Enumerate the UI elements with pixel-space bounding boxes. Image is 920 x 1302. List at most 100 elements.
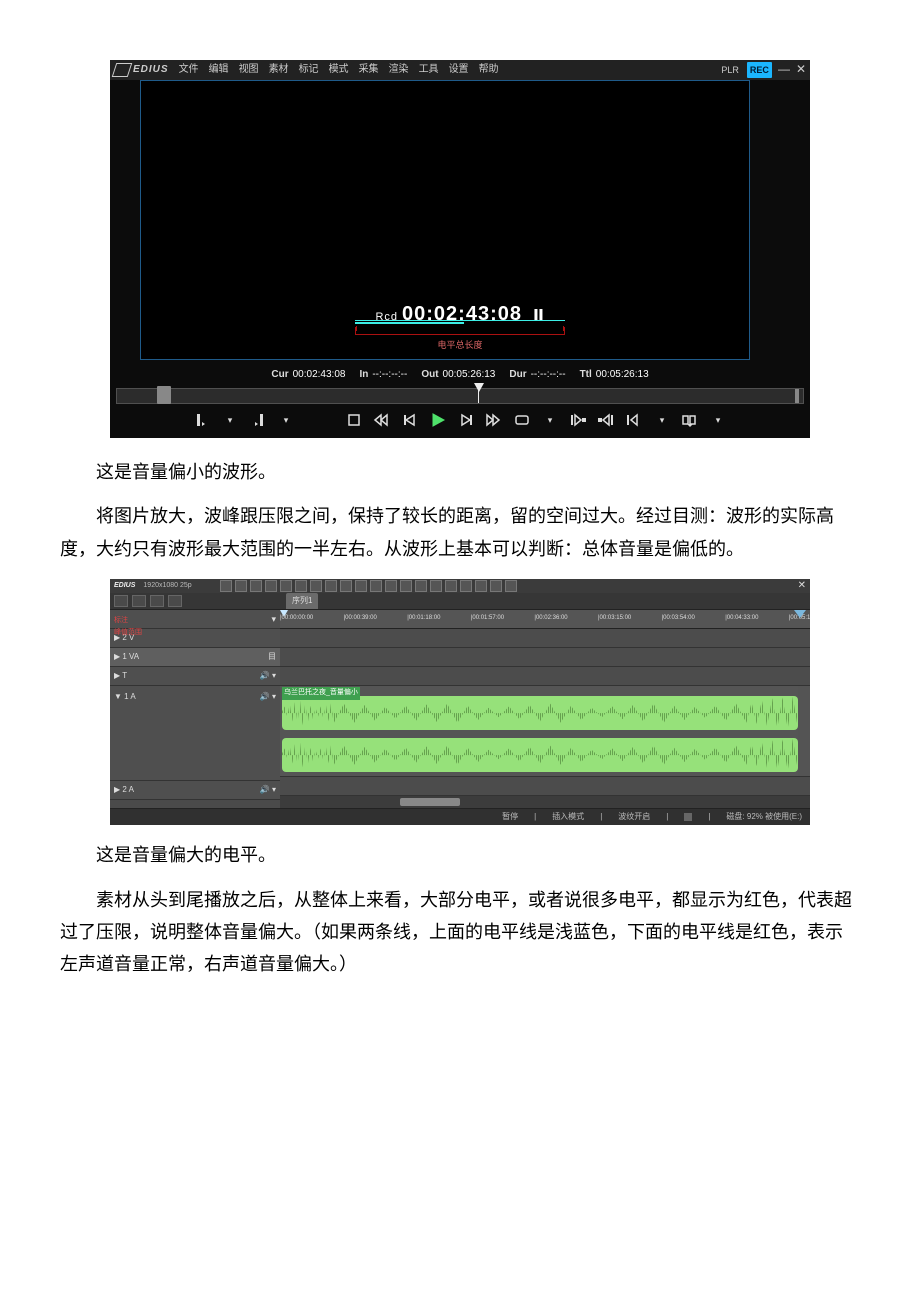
play-button[interactable] — [429, 412, 447, 428]
toolbar-icon[interactable] — [475, 580, 487, 592]
audio-clip[interactable]: 乌兰巴托之夜_音量偏小 — [280, 686, 798, 776]
overwrite-dropdown[interactable]: ▾ — [709, 412, 727, 428]
track-header[interactable]: ▶ T🔊 ▾ — [110, 667, 280, 686]
track-header-panel: ▾ ▶ 2 V ▶ 1 VA目 ▶ T🔊 ▾ ▼ 1 A 🔊 ▾ 标注 峰值范围… — [110, 610, 280, 808]
menu-capture[interactable]: 采集 — [359, 61, 379, 79]
timeline-close-button[interactable]: ✕ — [798, 577, 806, 595]
timecode-info-row: Cur00:02:43:08 In--:--:--:-- Out00:05:26… — [110, 362, 810, 388]
sequence-tab[interactable]: 序列1 — [286, 593, 318, 609]
out-flag-icon[interactable] — [794, 610, 806, 618]
close-button[interactable]: ✕ — [796, 59, 806, 81]
red-annotation: 峰值范围 — [114, 627, 142, 640]
toolbar-icon[interactable] — [400, 580, 412, 592]
insert-dropdown[interactable]: ▾ — [653, 412, 671, 428]
fast-forward-button[interactable] — [485, 412, 503, 428]
toolbar-icon[interactable] — [490, 580, 502, 592]
set-in-button[interactable] — [193, 412, 211, 428]
toolbar-icon[interactable] — [220, 580, 232, 592]
tool-icon[interactable] — [132, 595, 146, 607]
insert-to-timeline-button[interactable] — [625, 412, 643, 428]
menu-view[interactable]: 视图 — [239, 61, 259, 79]
track-row-t[interactable] — [280, 667, 810, 686]
scroll-thumb[interactable] — [400, 798, 460, 806]
menu-marker[interactable]: 标记 — [299, 61, 319, 79]
track-row-2v[interactable] — [280, 629, 810, 648]
time-ruler[interactable]: |00:00:00:00 |00:00:39:00 |00:01:18:00 |… — [280, 610, 810, 629]
status-disk: 磁盘: 92% 被使用(E:) — [726, 810, 802, 824]
dropdown-icon[interactable]: ▾ — [271, 611, 276, 627]
in-marker-icon[interactable] — [157, 386, 171, 404]
tool-icon[interactable] — [168, 595, 182, 607]
menu-help[interactable]: 帮助 — [479, 61, 499, 79]
toolbar-icon[interactable] — [295, 580, 307, 592]
track-row-1a[interactable]: 乌兰巴托之夜_音量偏小 — [280, 686, 810, 777]
loop-dropdown[interactable]: ▾ — [541, 412, 559, 428]
toolbar-icon[interactable] — [445, 580, 457, 592]
toolbar-icon[interactable] — [355, 580, 367, 592]
toolbar-icon[interactable] — [310, 580, 322, 592]
next-frame-button[interactable] — [457, 412, 475, 428]
track-row-1va[interactable] — [280, 648, 810, 667]
horizontal-scrollbar[interactable] — [280, 796, 810, 808]
track-header-audio[interactable]: ▼ 1 A 🔊 ▾ 标注 峰值范围 — [110, 686, 280, 781]
toolbar-icon[interactable] — [265, 580, 277, 592]
toolbar-icon[interactable] — [235, 580, 247, 592]
status-pause: 暂停 — [502, 810, 518, 824]
menu-mode[interactable]: 模式 — [329, 61, 349, 79]
rewind-button[interactable] — [373, 412, 391, 428]
cur-value: 00:02:43:08 — [293, 369, 346, 380]
overwrite-button[interactable] — [681, 412, 699, 428]
menu-settings[interactable]: 设置 — [449, 61, 469, 79]
toolbar-icon[interactable] — [340, 580, 352, 592]
playhead-icon[interactable] — [474, 383, 484, 392]
menu-tools[interactable]: 工具 — [419, 61, 439, 79]
goto-out-button[interactable] — [597, 412, 615, 428]
toolbar-icon[interactable] — [505, 580, 517, 592]
status-mode: 插入模式 — [552, 810, 584, 824]
toolbar-icon[interactable] — [460, 580, 472, 592]
level-meter: 电平总长度 — [355, 320, 565, 353]
toolbar-icon[interactable] — [415, 580, 427, 592]
loop-button[interactable] — [513, 412, 531, 428]
rec-indicator[interactable]: REC — [747, 62, 772, 78]
transport-controls: ▾ ▾ — [110, 404, 810, 438]
toolbar-icon[interactable] — [250, 580, 262, 592]
track-row-2a[interactable] — [280, 777, 810, 796]
goto-in-button[interactable] — [569, 412, 587, 428]
tool-icon[interactable] — [150, 595, 164, 607]
edius-player-window: EDIUS 文件 编辑 视图 素材 标记 模式 采集 渲染 工具 设置 帮助 P… — [110, 60, 810, 438]
menu-edit[interactable]: 编辑 — [209, 61, 229, 79]
scrub-bar[interactable] — [116, 388, 804, 404]
tool-icon[interactable] — [114, 595, 128, 607]
menu-clip[interactable]: 素材 — [269, 61, 289, 79]
track-header[interactable]: ▶ 1 VA目 — [110, 648, 280, 667]
prev-frame-button[interactable] — [401, 412, 419, 428]
disk-icon — [684, 813, 692, 821]
in-value: --:--:--:-- — [372, 369, 407, 380]
toolbar-icon[interactable] — [385, 580, 397, 592]
caption-1: 这是音量偏小的波形。 — [60, 456, 860, 488]
set-out-button[interactable] — [249, 412, 267, 428]
toolbar-icon[interactable] — [280, 580, 292, 592]
ruler-tick: |00:01:18:00 — [407, 613, 440, 624]
ruler-tick: |00:00:00:00 — [280, 613, 313, 624]
status-bar: 暂停 | 插入模式 | 波纹开启 | | 磁盘: 92% 被使用(E:) — [110, 808, 810, 825]
in-dropdown[interactable]: ▾ — [221, 412, 239, 428]
out-marker-icon[interactable] — [795, 389, 799, 403]
out-dropdown[interactable]: ▾ — [277, 412, 295, 428]
toolbar-icon[interactable] — [370, 580, 382, 592]
ruler-tick: |00:03:54:00 — [662, 613, 695, 624]
minimize-button[interactable]: — — [778, 59, 790, 81]
waveform-right — [282, 738, 798, 772]
track-header[interactable]: ▶ 2 A🔊 ▾ — [110, 781, 280, 800]
plr-indicator[interactable]: PLR — [719, 62, 741, 78]
toolbar-icon[interactable] — [325, 580, 337, 592]
menu-file[interactable]: 文件 — [179, 61, 199, 79]
dur-value: --:--:--:-- — [531, 369, 566, 380]
menu-render[interactable]: 渲染 — [389, 61, 409, 79]
out-value: 00:05:26:13 — [443, 369, 496, 380]
stop-button[interactable] — [345, 412, 363, 428]
timeline-logo: EDIUS — [114, 580, 135, 593]
timeline-tracks-area[interactable]: |00:00:00:00 |00:00:39:00 |00:01:18:00 |… — [280, 610, 810, 808]
toolbar-icon[interactable] — [430, 580, 442, 592]
